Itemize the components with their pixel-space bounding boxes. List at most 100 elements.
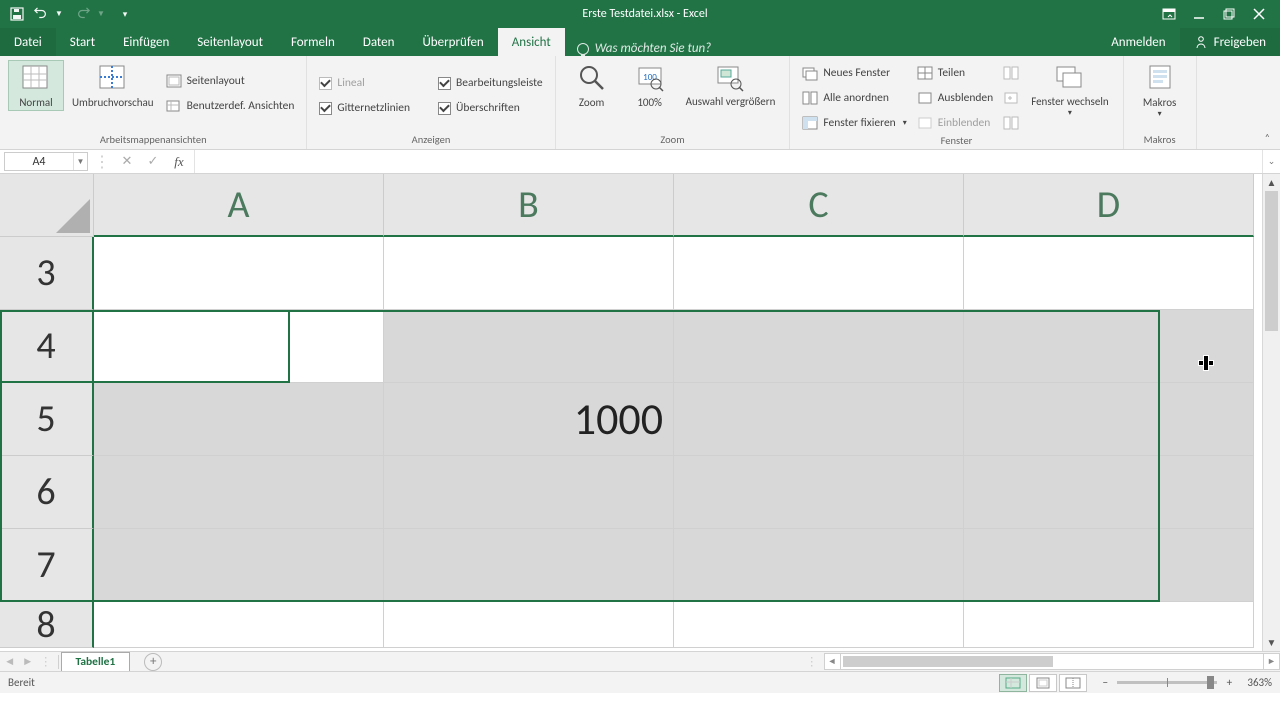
macros-button[interactable]: Makros▾ [1132, 60, 1188, 121]
row-header-8[interactable]: 8 [0, 602, 94, 648]
tab-start[interactable]: Start [56, 28, 109, 56]
name-box-input[interactable] [5, 155, 73, 169]
col-header-d[interactable]: D [964, 174, 1254, 237]
zoom-selection-button[interactable]: Auswahl vergrößern [680, 60, 782, 110]
tab-review[interactable]: Überprüfen [408, 28, 497, 56]
undo-dropdown-icon[interactable]: ▼ [52, 7, 66, 21]
col-header-a[interactable]: A [94, 174, 384, 237]
tell-me[interactable]: Was möchten Sie tun? [565, 41, 723, 56]
zoom-100-button[interactable]: 100100% [622, 60, 678, 111]
hscroll-thumb[interactable] [843, 656, 1053, 667]
row-header-6[interactable]: 6 [0, 456, 94, 529]
freeze-panes-button[interactable]: Fenster fixieren ▾ [798, 112, 910, 134]
tab-insert[interactable]: Einfügen [109, 28, 183, 56]
cell-c7[interactable] [674, 529, 964, 602]
ribbon-options-icon[interactable] [1162, 7, 1176, 21]
cell-a3[interactable] [94, 237, 384, 310]
cell-c6[interactable] [674, 456, 964, 529]
customize-qat-icon[interactable]: ▾ [118, 7, 132, 21]
sheet-nav-next-icon[interactable]: ► [18, 655, 36, 669]
normal-view-shortcut[interactable] [999, 674, 1027, 692]
cell-b5[interactable]: 1000 [384, 383, 674, 456]
page-break-shortcut[interactable] [1059, 674, 1087, 692]
sign-in-button[interactable]: Anmelden [1097, 28, 1179, 56]
sync-scroll-button[interactable] [999, 62, 1023, 84]
row-header-7[interactable]: 7 [0, 529, 94, 602]
tab-file[interactable]: Datei [0, 28, 56, 56]
maximize-icon[interactable] [1222, 7, 1236, 21]
normal-view-button[interactable]: Normal [8, 60, 64, 111]
scrollbar-thumb[interactable] [1265, 191, 1278, 331]
formula-bar-checkbox[interactable]: Bearbeitungsleiste [434, 72, 547, 94]
insert-function-icon[interactable]: fx [170, 153, 188, 171]
scroll-down-icon[interactable]: ▼ [1263, 634, 1280, 651]
row-header-5[interactable]: 5 [0, 383, 94, 456]
tab-view[interactable]: Ansicht [498, 28, 565, 56]
cell-d4[interactable] [964, 310, 1254, 383]
cell-b3[interactable] [384, 237, 674, 310]
arrange-all-button[interactable]: Alle anordnen [798, 87, 910, 109]
cell-a7[interactable] [94, 529, 384, 602]
cell-d6[interactable] [964, 456, 1254, 529]
name-box-dropdown-icon[interactable]: ▼ [73, 153, 87, 170]
zoom-level[interactable]: 363% [1247, 676, 1272, 689]
cell-c8[interactable] [674, 602, 964, 648]
cell-d5[interactable] [964, 383, 1254, 456]
zoom-slider-thumb[interactable] [1207, 676, 1214, 689]
gridlines-checkbox[interactable]: Gitternetzlinien [315, 97, 414, 119]
custom-views-button[interactable]: Benutzerdef. Ansichten [162, 95, 299, 117]
enter-icon[interactable]: ✓ [144, 153, 162, 171]
scroll-up-icon[interactable]: ▲ [1263, 174, 1280, 191]
hscroll-track[interactable] [841, 653, 1264, 670]
page-layout-button[interactable]: Seitenlayout [162, 70, 299, 92]
new-sheet-button[interactable]: + [144, 653, 162, 671]
cell-c3[interactable] [674, 237, 964, 310]
minimize-icon[interactable] [1192, 7, 1206, 21]
switch-windows-button[interactable]: Fenster wechseln▾ [1025, 60, 1114, 120]
scroll-right-icon[interactable]: ► [1263, 653, 1280, 670]
sheet-nav-prev-icon[interactable]: ◄ [0, 655, 18, 669]
zoom-in-button[interactable]: + [1221, 675, 1237, 691]
scrollbar-track[interactable] [1263, 191, 1280, 634]
share-button[interactable]: Freigeben [1180, 28, 1280, 56]
close-icon[interactable] [1252, 7, 1266, 21]
collapse-ribbon-icon[interactable]: ˄ [1261, 129, 1274, 146]
row-header-3[interactable]: 3 [0, 237, 94, 310]
cell-a6[interactable] [94, 456, 384, 529]
new-window-button[interactable]: Neues Fenster [798, 62, 910, 84]
headings-checkbox[interactable]: Überschriften [434, 97, 547, 119]
cell-c5[interactable] [674, 383, 964, 456]
cell-d3[interactable] [964, 237, 1254, 310]
split-button[interactable]: Teilen [913, 62, 997, 84]
name-box[interactable]: ▼ [4, 152, 88, 171]
cell-b8[interactable] [384, 602, 674, 648]
col-header-b[interactable]: B [384, 174, 674, 237]
cell-d7[interactable] [964, 529, 1254, 602]
tab-formulas[interactable]: Formeln [277, 28, 349, 56]
zoom-slider[interactable] [1117, 681, 1217, 684]
cell-a8[interactable] [94, 602, 384, 648]
view-side-by-side-button[interactable] [999, 112, 1023, 134]
row-header-4[interactable]: 4 [0, 310, 94, 383]
zoom-button[interactable]: Zoom [564, 60, 620, 111]
cell-b6[interactable] [384, 456, 674, 529]
undo-icon[interactable] [34, 7, 48, 21]
reset-window-button[interactable] [999, 87, 1023, 109]
cell-b7[interactable] [384, 529, 674, 602]
cell-a4[interactable] [94, 310, 384, 383]
zoom-out-button[interactable]: − [1097, 675, 1113, 691]
page-layout-shortcut[interactable] [1029, 674, 1057, 692]
hide-button[interactable]: Ausblenden [913, 87, 997, 109]
cell-c4[interactable] [674, 310, 964, 383]
cell-b4[interactable] [384, 310, 674, 383]
vertical-scrollbar[interactable]: ▲ ▼ [1262, 174, 1280, 651]
tab-data[interactable]: Daten [349, 28, 409, 56]
page-break-preview-button[interactable]: Umbruchvorschau [66, 60, 160, 111]
cell-d8[interactable] [964, 602, 1254, 648]
cell-a5[interactable] [94, 383, 384, 456]
sheet-tab-active[interactable]: Tabelle1 [61, 652, 131, 671]
col-header-c[interactable]: C [674, 174, 964, 237]
scroll-left-icon[interactable]: ◄ [824, 653, 841, 670]
horizontal-scrollbar[interactable]: ⋮ ◄ ► [800, 652, 1280, 671]
save-icon[interactable] [10, 7, 24, 21]
